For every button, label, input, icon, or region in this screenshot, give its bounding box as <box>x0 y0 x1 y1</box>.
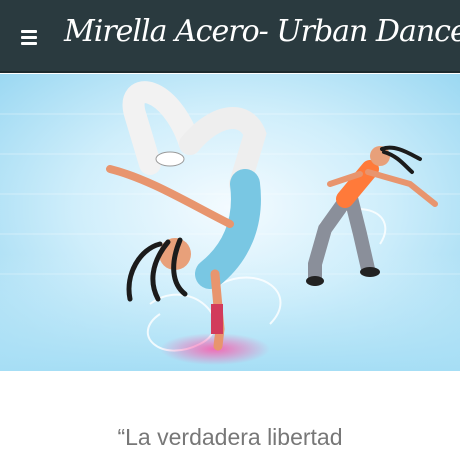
site-header: Mirella Acero- Urban Dance <box>0 0 460 73</box>
hero-dancers-image <box>0 74 460 371</box>
site-title[interactable]: Mirella Acero- Urban Dance <box>64 14 460 49</box>
hamburger-menu-icon[interactable] <box>19 28 41 46</box>
quote-text: “La verdadera libertad <box>117 424 343 450</box>
